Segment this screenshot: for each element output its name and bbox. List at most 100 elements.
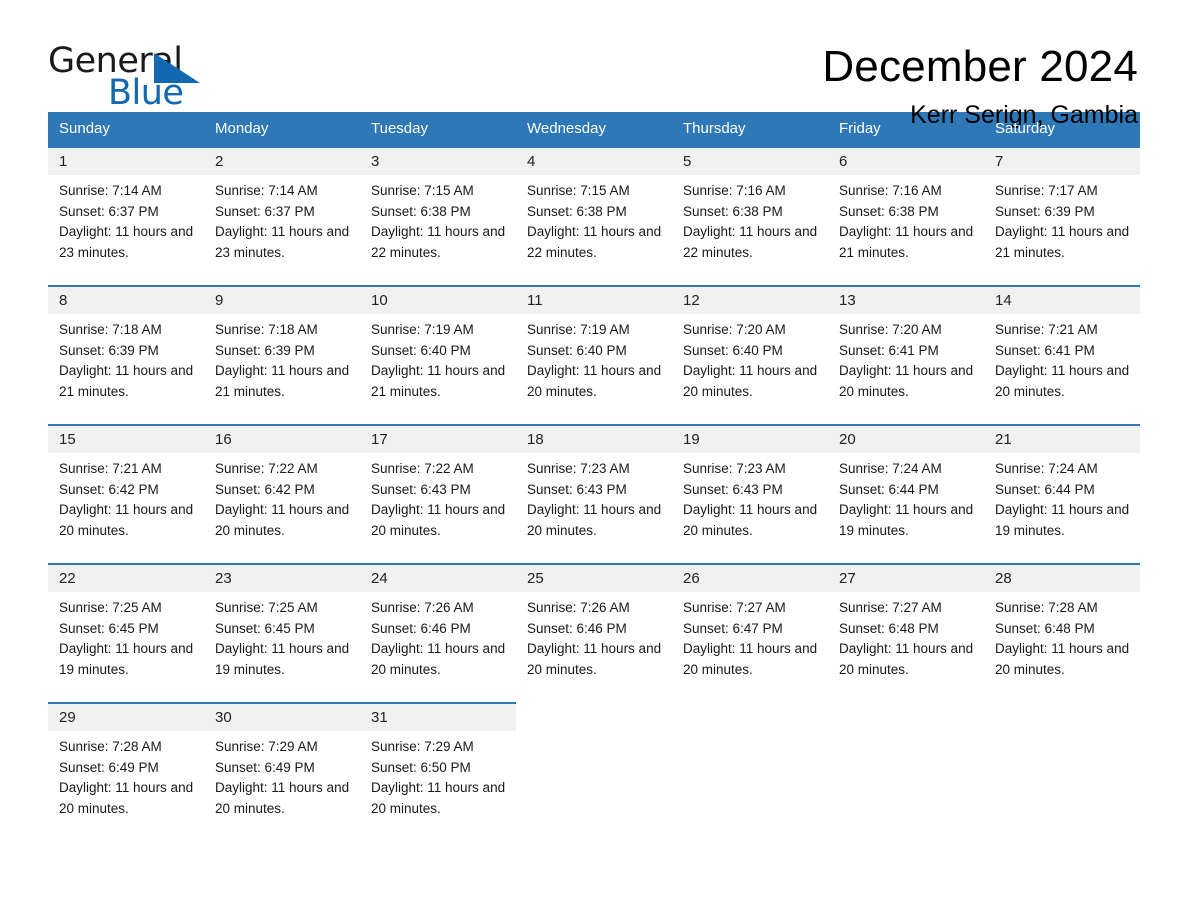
- day-info-cell: Sunrise: 7:20 AM Sunset: 6:40 PM Daylight:…: [672, 314, 828, 410]
- table-row: 15 16 17 18 19 20 21: [48, 424, 1140, 453]
- day-info-cell: Sunrise: 7:14 AM Sunset: 6:37 PM Daylight:…: [204, 175, 360, 271]
- daylight-text: Daylight: 11 hours and 20 minutes.: [527, 502, 662, 538]
- day-number-cell[interactable]: 26: [672, 563, 828, 592]
- sunset-text: Sunset: 6:38 PM: [839, 203, 939, 219]
- sunrise-text: Sunrise: 7:24 AM: [995, 461, 1098, 476]
- day-number-cell[interactable]: 4: [516, 146, 672, 175]
- sunrise-text: Sunrise: 7:18 AM: [59, 322, 162, 337]
- day-number-cell[interactable]: 5: [672, 146, 828, 175]
- sunrise-text: Sunrise: 7:22 AM: [215, 461, 318, 476]
- day-number-cell[interactable]: 11: [516, 285, 672, 314]
- day-info-cell: Sunrise: 7:27 AM Sunset: 6:48 PM Daylight:…: [828, 592, 984, 688]
- daylight-text: Daylight: 11 hours and 21 minutes.: [839, 224, 974, 260]
- sunset-text: Sunset: 6:43 PM: [683, 481, 783, 497]
- daylight-text: Daylight: 11 hours and 20 minutes.: [371, 502, 506, 538]
- table-row: Sunrise: 7:21 AM Sunset: 6:42 PM Daylight:…: [48, 453, 1140, 549]
- day-number-cell[interactable]: 24: [360, 563, 516, 592]
- sunrise-text: Sunrise: 7:28 AM: [59, 739, 162, 754]
- day-number-empty: [828, 702, 984, 731]
- day-number-cell[interactable]: 2: [204, 146, 360, 175]
- day-number-cell[interactable]: 31: [360, 702, 516, 731]
- day-number-cell[interactable]: 23: [204, 563, 360, 592]
- day-number-cell[interactable]: 12: [672, 285, 828, 314]
- table-row: Sunrise: 7:14 AM Sunset: 6:37 PM Daylight:…: [48, 175, 1140, 271]
- sunrise-text: Sunrise: 7:26 AM: [371, 600, 474, 615]
- daylight-text: Daylight: 11 hours and 20 minutes.: [215, 502, 350, 538]
- day-number-cell[interactable]: 3: [360, 146, 516, 175]
- daylight-text: Daylight: 11 hours and 19 minutes.: [995, 502, 1130, 538]
- day-number-cell[interactable]: 16: [204, 424, 360, 453]
- calendar-body: 1 2 3 4 5 6 7 Sunrise: 7:14 AM Sunset: 6:37 PM Da…: [48, 146, 1140, 827]
- day-number-cell[interactable]: 17: [360, 424, 516, 453]
- table-row: Sunrise: 7:25 AM Sunset: 6:45 PM Daylight:…: [48, 592, 1140, 688]
- day-number-cell[interactable]: 30: [204, 702, 360, 731]
- daylight-text: Daylight: 11 hours and 20 minutes.: [683, 502, 818, 538]
- day-info-cell: Sunrise: 7:19 AM Sunset: 6:40 PM Daylight:…: [360, 314, 516, 410]
- sunset-text: Sunset: 6:41 PM: [995, 342, 1095, 358]
- triangle-flag-icon: [154, 53, 200, 83]
- day-info-cell: Sunrise: 7:15 AM Sunset: 6:38 PM Daylight:…: [360, 175, 516, 271]
- day-number-cell[interactable]: 20: [828, 424, 984, 453]
- day-number-cell[interactable]: 14: [984, 285, 1140, 314]
- general-blue-logo[interactable]: General Blue: [48, 44, 298, 120]
- week-spacer-cell: [48, 271, 1140, 285]
- daylight-text: Daylight: 11 hours and 20 minutes.: [527, 363, 662, 399]
- sunrise-text: Sunrise: 7:21 AM: [995, 322, 1098, 337]
- daylight-text: Daylight: 11 hours and 20 minutes.: [215, 780, 350, 816]
- day-info-empty: [516, 731, 672, 827]
- sunset-text: Sunset: 6:49 PM: [59, 759, 159, 775]
- day-number-cell[interactable]: 10: [360, 285, 516, 314]
- day-number-cell[interactable]: 29: [48, 702, 204, 731]
- day-number-cell[interactable]: 6: [828, 146, 984, 175]
- day-info-cell: Sunrise: 7:19 AM Sunset: 6:40 PM Daylight:…: [516, 314, 672, 410]
- calendar-page: General Blue December 2024 Kerr Serign, …: [0, 0, 1188, 918]
- daylight-text: Daylight: 11 hours and 20 minutes.: [839, 363, 974, 399]
- day-info-cell: Sunrise: 7:24 AM Sunset: 6:44 PM Daylight:…: [828, 453, 984, 549]
- sunrise-text: Sunrise: 7:27 AM: [839, 600, 942, 615]
- day-number-cell[interactable]: 15: [48, 424, 204, 453]
- table-row: 22 23 24 25 26 27 28: [48, 563, 1140, 592]
- day-info-cell: Sunrise: 7:28 AM Sunset: 6:49 PM Daylight:…: [48, 731, 204, 827]
- sunset-text: Sunset: 6:37 PM: [59, 203, 159, 219]
- daylight-text: Daylight: 11 hours and 22 minutes.: [683, 224, 818, 260]
- day-number-cell[interactable]: 25: [516, 563, 672, 592]
- sunrise-text: Sunrise: 7:16 AM: [683, 183, 786, 198]
- day-number-cell[interactable]: 21: [984, 424, 1140, 453]
- day-info-cell: Sunrise: 7:23 AM Sunset: 6:43 PM Daylight:…: [516, 453, 672, 549]
- table-row: 29 30 31: [48, 702, 1140, 731]
- weekday-header-thursday: Thursday: [672, 112, 828, 146]
- day-number-cell[interactable]: 18: [516, 424, 672, 453]
- day-number-cell[interactable]: 7: [984, 146, 1140, 175]
- day-number-cell[interactable]: 9: [204, 285, 360, 314]
- sunset-text: Sunset: 6:38 PM: [371, 203, 471, 219]
- sunset-text: Sunset: 6:43 PM: [371, 481, 471, 497]
- day-number-cell[interactable]: 27: [828, 563, 984, 592]
- day-info-cell: Sunrise: 7:21 AM Sunset: 6:41 PM Daylight:…: [984, 314, 1140, 410]
- sunrise-text: Sunrise: 7:26 AM: [527, 600, 630, 615]
- table-row: 1234567: [48, 146, 1140, 175]
- table-row: 8 9 10 11 12 13 14: [48, 285, 1140, 314]
- day-number-cell[interactable]: 19: [672, 424, 828, 453]
- day-number-cell[interactable]: 28: [984, 563, 1140, 592]
- day-number-cell[interactable]: 13: [828, 285, 984, 314]
- week-spacer: [48, 271, 1140, 285]
- week-spacer-cell: [48, 410, 1140, 424]
- daylight-text: Daylight: 11 hours and 19 minutes.: [59, 641, 194, 677]
- sunrise-text: Sunrise: 7:29 AM: [215, 739, 318, 754]
- day-info-cell: Sunrise: 7:15 AM Sunset: 6:38 PM Daylight:…: [516, 175, 672, 271]
- sunset-text: Sunset: 6:42 PM: [215, 481, 315, 497]
- sunrise-text: Sunrise: 7:19 AM: [371, 322, 474, 337]
- day-info-cell: Sunrise: 7:26 AM Sunset: 6:46 PM Daylight:…: [516, 592, 672, 688]
- sunset-text: Sunset: 6:45 PM: [59, 620, 159, 636]
- day-number-cell[interactable]: 8: [48, 285, 204, 314]
- sunset-text: Sunset: 6:46 PM: [527, 620, 627, 636]
- table-row: Sunrise: 7:28 AM Sunset: 6:49 PM Daylight:…: [48, 731, 1140, 827]
- sunset-text: Sunset: 6:37 PM: [215, 203, 315, 219]
- daylight-text: Daylight: 11 hours and 20 minutes.: [371, 780, 506, 816]
- day-info-cell: Sunrise: 7:21 AM Sunset: 6:42 PM Daylight:…: [48, 453, 204, 549]
- day-number-cell[interactable]: 1: [48, 146, 204, 175]
- daylight-text: Daylight: 11 hours and 21 minutes.: [59, 363, 194, 399]
- sunrise-text: Sunrise: 7:21 AM: [59, 461, 162, 476]
- day-number-cell[interactable]: 22: [48, 563, 204, 592]
- day-info-cell: Sunrise: 7:20 AM Sunset: 6:41 PM Daylight:…: [828, 314, 984, 410]
